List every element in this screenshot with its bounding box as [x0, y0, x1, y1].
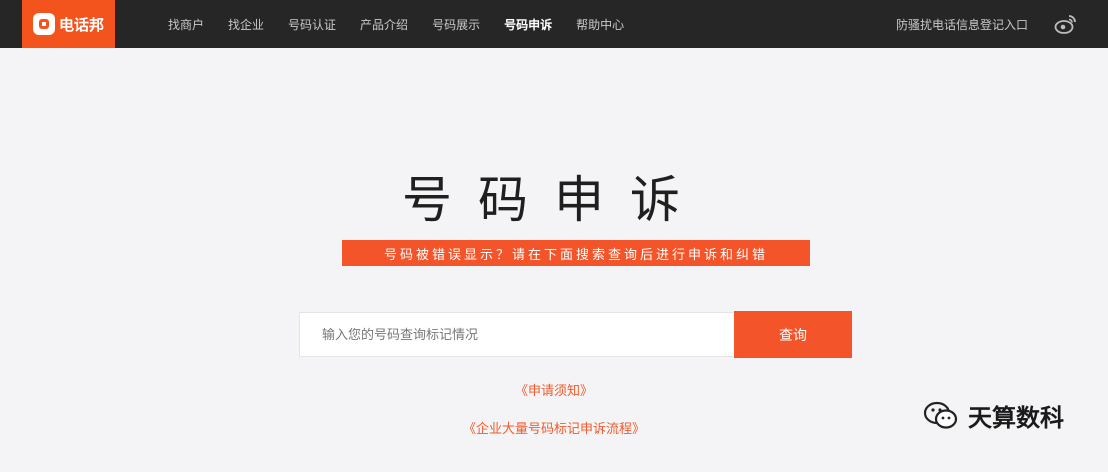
phone-number-search-input[interactable] — [299, 312, 735, 357]
anti-harassment-registration-link[interactable]: 防骚扰电话信息登记入口 — [896, 0, 1028, 48]
nav-item-number-display[interactable]: 号码展示 — [420, 16, 492, 33]
nav-item-product-intro[interactable]: 产品介绍 — [348, 16, 420, 33]
watermark-text: 天算数科 — [968, 404, 1064, 432]
nav-item-find-company[interactable]: 找企业 — [216, 16, 276, 33]
weibo-icon[interactable] — [1054, 12, 1078, 36]
page-title: 号码申诉 — [402, 171, 706, 229]
subtitle-banner: 号码被错误显示？请在下面搜索查询后进行申诉和纠错 — [342, 240, 810, 266]
search-button[interactable]: 查询 — [734, 311, 852, 358]
nav-item-number-appeal[interactable]: 号码申诉 — [492, 16, 564, 33]
logo-text: 电话邦 — [58, 15, 104, 34]
bulk-appeal-process-link[interactable]: 《企业大量号码标记申诉流程》 — [463, 422, 645, 437]
logo-mark-icon — [32, 13, 55, 35]
nav-item-help-center[interactable]: 帮助中心 — [564, 16, 636, 33]
wechat-icon — [923, 401, 958, 429]
logo[interactable]: 电话邦 — [22, 0, 115, 48]
nav-item-find-merchant[interactable]: 找商户 — [150, 16, 216, 33]
top-navigation-bar: 电话邦 找商户 找企业 号码认证 产品介绍 号码展示 号码申诉 帮助中心 防骚扰… — [0, 0, 1108, 48]
watermark: 天算数科 — [922, 398, 1064, 433]
nav-item-number-verification[interactable]: 号码认证 — [276, 16, 348, 33]
application-notice-link-row: 《申请须知》 — [0, 380, 1108, 399]
main-nav: 找商户 找企业 号码认证 产品介绍 号码展示 号码申诉 帮助中心 — [150, 0, 636, 48]
application-notice-link[interactable]: 《申请须知》 — [515, 384, 593, 399]
